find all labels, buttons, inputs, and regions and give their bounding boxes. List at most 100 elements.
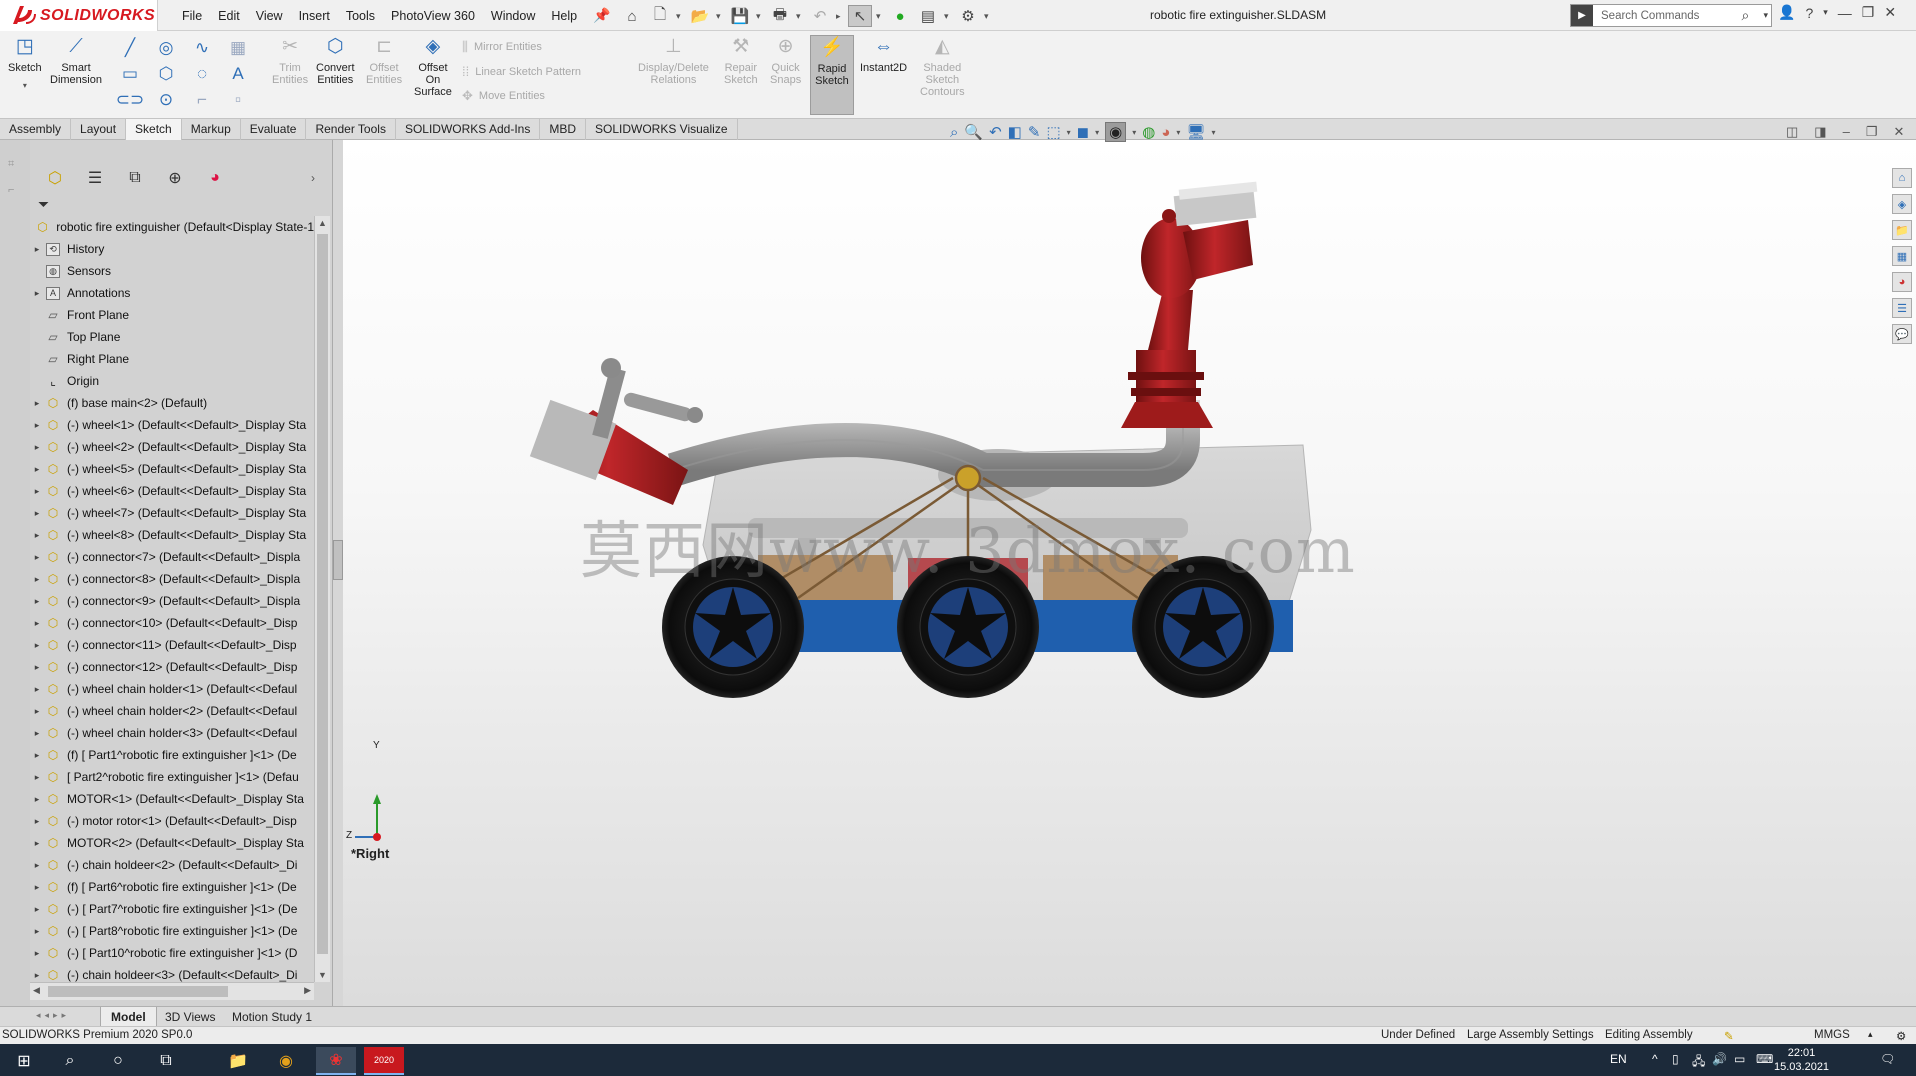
tree-item[interactable]: ▸ ⟲ History xyxy=(30,238,314,260)
new-dropdown-icon[interactable]: ▾ xyxy=(676,11,684,22)
tree-item[interactable]: ▱ Top Plane xyxy=(30,326,314,348)
tree-item[interactable]: ▸ ⬡ [ Part2^robotic fire extinguisher ]<1>… xyxy=(30,766,314,788)
hide-show-dropdown-icon[interactable]: ▾ xyxy=(1132,128,1136,137)
new-document-icon[interactable]: 🗋 xyxy=(648,5,672,27)
close-icon[interactable]: ✕ xyxy=(1884,4,1896,21)
search-dropdown-icon[interactable]: ▾ xyxy=(1763,10,1771,21)
point-icon[interactable]: ⊙ xyxy=(148,90,184,110)
grid-icon[interactable]: ▦ xyxy=(220,38,256,58)
quick-snaps-button[interactable]: ⊕ Quick Snaps xyxy=(770,35,801,86)
tab-sketch[interactable]: Sketch xyxy=(126,119,182,140)
rectangle-icon[interactable]: ▭ xyxy=(112,64,148,84)
feature-tree-tab-icon[interactable]: ⬡ xyxy=(44,167,66,189)
menu-help[interactable]: Help xyxy=(543,9,585,23)
tray-keyboard-icon[interactable]: ⌨ xyxy=(1756,1052,1773,1066)
tree-item[interactable]: ⌞ Origin xyxy=(30,370,314,392)
expand-arrow-icon[interactable]: ▸ xyxy=(30,684,44,695)
task-pane-properties-icon[interactable]: ☰ xyxy=(1892,298,1912,318)
language-indicator[interactable]: EN xyxy=(1610,1052,1627,1066)
plane-small-icon[interactable]: ▫ xyxy=(220,90,256,110)
tree-horizontal-scrollbar[interactable]: ◀ ▶ xyxy=(30,982,314,1000)
solidworks-logo[interactable]: SOLIDWORKS xyxy=(0,0,158,31)
undo-icon[interactable]: ↶ xyxy=(808,5,832,27)
mirror-entities-button[interactable]: ⫼ Mirror Entities xyxy=(462,39,581,55)
tree-item[interactable]: ▸ ⬡ (f) [ Part1^robotic fire extinguisher … xyxy=(30,744,314,766)
expand-arrow-icon[interactable]: ▸ xyxy=(30,596,44,607)
apply-scene-icon[interactable]: ◕ xyxy=(1161,124,1170,141)
expand-arrow-icon[interactable]: ▸ xyxy=(30,816,44,827)
tree-item[interactable]: ▸ ⬡ (-) wheel<8> (Default<<Default>_Displa… xyxy=(30,524,314,546)
side-strip-icon-2[interactable]: ⌐ xyxy=(8,184,14,196)
file-explorer-icon[interactable]: 📁 xyxy=(218,1047,258,1075)
zoom-to-fit-icon[interactable]: ⌕ xyxy=(950,124,958,141)
tree-item[interactable]: ▸ ⬡ (-) connector<7> (Default<<Default>_Di… xyxy=(30,546,314,568)
help-icon[interactable]: ? xyxy=(1805,5,1813,21)
save-dropdown-icon[interactable]: ▾ xyxy=(756,11,764,22)
search-input[interactable]: Search Commands xyxy=(1593,10,1741,22)
polygon-icon[interactable]: ⬡ xyxy=(148,64,184,84)
tree-item[interactable]: ▸ ⬡ (-) connector<9> (Default<<Default>_Di… xyxy=(30,590,314,612)
ellipse-icon[interactable]: ◌ xyxy=(184,64,220,84)
chrome-icon[interactable]: ◉ xyxy=(266,1047,306,1075)
smart-dimension-button[interactable]: ⟋ Smart Dimension xyxy=(50,35,102,86)
expand-arrow-icon[interactable]: ▸ xyxy=(30,970,44,981)
task-pane-explorer-icon[interactable]: ▦ xyxy=(1892,246,1912,266)
side-strip-icon-1[interactable]: ⌗ xyxy=(8,158,14,171)
open-dropdown-icon[interactable]: ▾ xyxy=(716,11,724,22)
tab-evaluate[interactable]: Evaluate xyxy=(241,119,307,140)
expand-arrow-icon[interactable]: ▸ xyxy=(30,838,44,849)
task-view-icon[interactable]: ⧉ xyxy=(146,1047,186,1075)
move-entities-button[interactable]: ✥ Move Entities xyxy=(462,88,581,104)
menu-edit[interactable]: Edit xyxy=(210,9,248,23)
open-folder-icon[interactable]: 📂 xyxy=(688,5,712,27)
section-view-icon[interactable]: ◧ xyxy=(1008,123,1022,141)
menu-tools[interactable]: Tools xyxy=(338,9,383,23)
tree-item[interactable]: ▸ ⬡ (-) chain holdeer<3> (Default<<Default… xyxy=(30,964,314,982)
expand-arrow-icon[interactable]: ▸ xyxy=(30,618,44,629)
tray-network-icon[interactable]: 🖧 xyxy=(1692,1052,1705,1073)
offset-on-surface-button[interactable]: ◈ Offset On Surface xyxy=(414,35,452,98)
expand-arrow-icon[interactable]: ▸ xyxy=(30,486,44,497)
expand-arrow-icon[interactable]: ▸ xyxy=(30,794,44,805)
convert-entities-button[interactable]: ⬡ Convert Entities xyxy=(316,35,355,86)
tree-item[interactable]: ◍ Sensors xyxy=(30,260,314,282)
help-dropdown-icon[interactable]: ▾ xyxy=(1823,7,1828,18)
search-commands[interactable]: ▶ Search Commands ⌕ ▾ xyxy=(1570,4,1772,27)
tree-item[interactable]: ▱ Right Plane xyxy=(30,348,314,370)
expand-arrow-icon[interactable]: ▸ xyxy=(30,706,44,717)
tree-root-assembly[interactable]: ⬡ robotic fire extinguisher (Default<Dis… xyxy=(30,216,314,238)
view-settings-icon[interactable]: 🖥 xyxy=(1186,123,1205,141)
expand-arrow-icon[interactable]: ▸ xyxy=(30,926,44,937)
expand-arrow-icon[interactable]: ▸ xyxy=(30,464,44,475)
tree-item[interactable]: ▸ ⬡ (f) base main<2> (Default) xyxy=(30,392,314,414)
tree-item[interactable]: ▸ ⬡ (-) [ Part8^robotic fire extinguisher … xyxy=(30,920,314,942)
expand-arrow-icon[interactable]: ▸ xyxy=(30,552,44,563)
tree-item[interactable]: ▸ ⬡ (-) wheel<1> (Default<<Default>_Displa… xyxy=(30,414,314,436)
scroll-up-icon[interactable]: ▲ xyxy=(318,218,327,228)
tree-item[interactable]: ▸ ⬡ (-) wheel<2> (Default<<Default>_Displa… xyxy=(30,436,314,458)
tray-volume-icon[interactable]: 🔊 xyxy=(1712,1052,1727,1066)
expand-arrow-icon[interactable]: ▸ xyxy=(30,574,44,585)
expand-arrow-icon[interactable]: ▸ xyxy=(30,398,44,409)
task-pane-library-icon[interactable]: 📁 xyxy=(1892,220,1912,240)
windows-start-icon[interactable]: ⊞ xyxy=(4,1047,44,1075)
menu-window[interactable]: Window xyxy=(483,9,543,23)
tree-item[interactable]: ▸ ⬡ MOTOR<1> (Default<<Default>_Display St… xyxy=(30,788,314,810)
tab-layout[interactable]: Layout xyxy=(71,119,127,140)
tab-visualize[interactable]: SOLIDWORKS Visualize xyxy=(586,119,738,140)
tab-3d-views[interactable]: 3D Views xyxy=(155,1007,225,1027)
viewport-minimize-icon[interactable]: – xyxy=(1843,124,1850,140)
traffic-light-icon[interactable]: ● xyxy=(888,5,912,27)
print-icon[interactable]: 🖶 xyxy=(768,5,792,27)
expand-arrow-icon[interactable]: ▸ xyxy=(30,948,44,959)
slot-icon[interactable]: ⊂⊃ xyxy=(112,90,148,110)
rapid-sketch-button[interactable]: ⚡ Rapid Sketch xyxy=(810,35,854,115)
zoom-to-area-icon[interactable]: 🔍 xyxy=(964,123,983,141)
offset-entities-button[interactable]: ⊏ Offset Entities xyxy=(366,35,402,86)
tree-item[interactable]: ▸ ⬡ (-) motor rotor<1> (Default<<Default>_… xyxy=(30,810,314,832)
expand-arrow-icon[interactable]: ▸ xyxy=(30,772,44,783)
status-help-icon[interactable]: ⚙ xyxy=(1896,1029,1906,1043)
tab-markup[interactable]: Markup xyxy=(182,119,241,140)
instant2d-button[interactable]: ⇔ Instant2D xyxy=(860,35,907,74)
minimize-icon[interactable]: — xyxy=(1838,5,1852,21)
